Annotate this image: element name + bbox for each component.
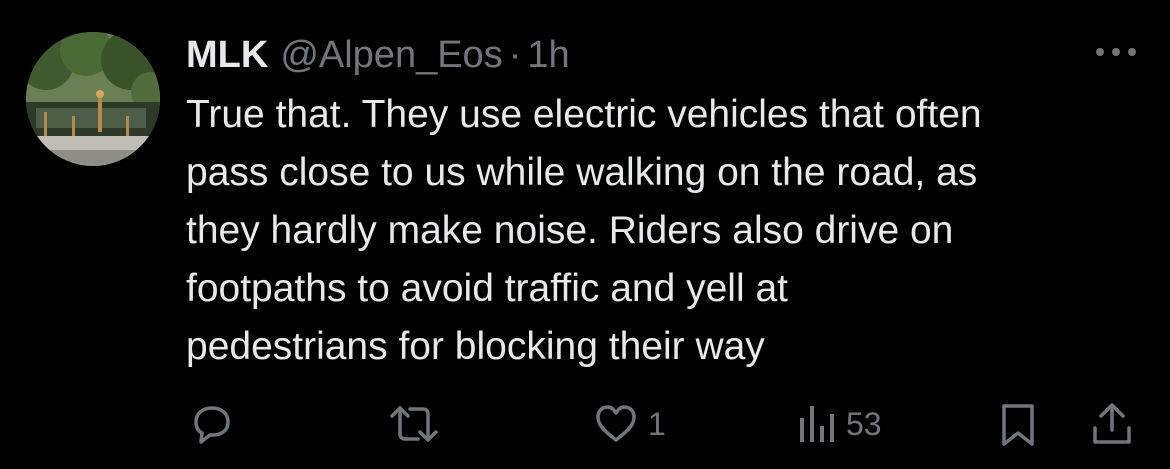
bookmark-button[interactable] xyxy=(998,398,1038,450)
like-button[interactable]: 1 xyxy=(592,398,666,450)
timestamp[interactable]: 1h xyxy=(527,30,569,80)
retweet-button[interactable] xyxy=(386,398,442,450)
heart-icon xyxy=(596,405,636,442)
tweet-header: MLK @Alpen_Eos · 1h xyxy=(186,30,570,80)
bookmark-icon xyxy=(1002,404,1034,446)
tweet-text: True that. They use electric vehicles th… xyxy=(186,93,982,368)
share-button[interactable] xyxy=(1088,398,1136,450)
retweet-icon xyxy=(390,406,438,442)
avatar-image xyxy=(26,32,160,166)
separator-dot: · xyxy=(508,34,522,76)
more-dots-icon xyxy=(1096,48,1136,56)
share-upload-icon xyxy=(1093,403,1131,444)
user-handle[interactable]: @Alpen_Eos xyxy=(280,30,502,80)
views-button[interactable]: 53 xyxy=(798,398,882,450)
reply-bubble-icon xyxy=(194,406,230,444)
tweet[interactable]: MLK @Alpen_Eos · 1h True that. They use … xyxy=(0,0,1170,469)
views-bar-chart-icon xyxy=(800,406,834,442)
action-bar: 1 53 xyxy=(0,398,1170,450)
more-options-button[interactable] xyxy=(1092,40,1140,64)
like-count: 1 xyxy=(648,406,666,442)
views-count: 53 xyxy=(846,406,882,442)
reply-button[interactable] xyxy=(188,398,236,450)
display-name[interactable]: MLK xyxy=(186,30,268,80)
avatar[interactable] xyxy=(26,32,160,166)
